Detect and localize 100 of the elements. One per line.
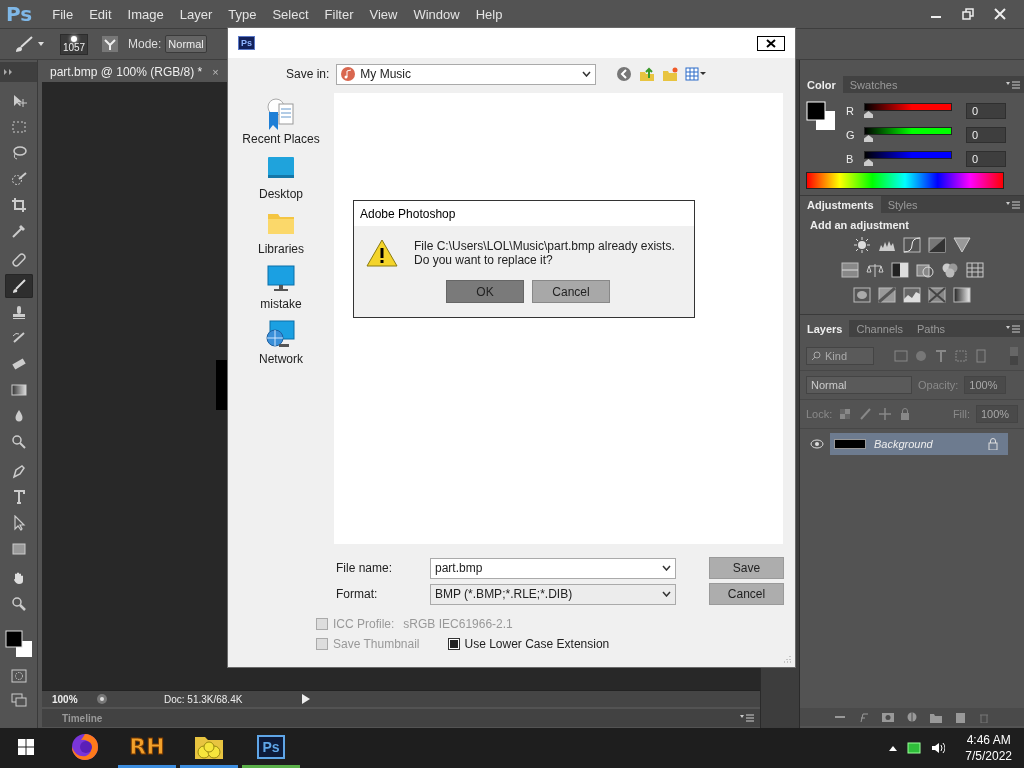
layer-row[interactable]: Background	[830, 433, 1008, 455]
place-item[interactable]: mistake	[260, 263, 302, 311]
file-name-field[interactable]: part.bmp	[430, 557, 676, 579]
layer-action-icon[interactable]	[905, 711, 919, 723]
panel-menu-icon[interactable]	[1006, 324, 1020, 333]
battery-icon[interactable]	[907, 742, 922, 754]
clock[interactable]: 4:46 AM 7/5/2022	[965, 732, 1012, 764]
adjustment-icon[interactable]	[903, 237, 921, 253]
layer-action-icon[interactable]	[857, 711, 871, 723]
adjustments-heading: Add an adjustment	[810, 219, 910, 231]
menu-item[interactable]: Image	[119, 6, 172, 22]
slider-thumb[interactable]	[864, 159, 873, 166]
option-label: Save Thumbnail	[333, 637, 420, 651]
adjustment-icon[interactable]	[953, 287, 971, 303]
network-icon	[265, 318, 297, 350]
brush-icon[interactable]	[14, 35, 34, 53]
save-button[interactable]: Save	[709, 557, 784, 579]
status-icon	[96, 693, 108, 705]
volume-icon[interactable]	[931, 742, 946, 754]
opacity-field[interactable]: 100%	[964, 376, 1007, 394]
back-icon[interactable]	[616, 66, 633, 82]
brush-tool[interactable]	[4, 274, 33, 298]
menu-item[interactable]: View	[361, 6, 406, 22]
layer-action-icon[interactable]	[881, 711, 895, 723]
layer-action-icon[interactable]	[929, 711, 943, 723]
dialog-button[interactable]: Cancel	[532, 280, 610, 303]
new-folder-icon[interactable]	[662, 66, 679, 82]
place-item[interactable]: Libraries	[258, 208, 304, 256]
place-item[interactable]: Recent Places	[242, 98, 320, 146]
save-in-dropdown[interactable]: My Music	[336, 63, 597, 85]
marquee-icon	[10, 119, 27, 135]
restore-icon[interactable]	[962, 8, 974, 20]
menu-item[interactable]: Type	[220, 6, 265, 22]
blend-mode-dropdown[interactable]: Normal	[806, 376, 912, 394]
panel-menu-icon[interactable]	[1006, 80, 1020, 89]
recent-icon	[265, 98, 297, 130]
checkbox[interactable]	[447, 638, 460, 650]
timeline-title[interactable]: Timeline	[62, 712, 103, 724]
mode-dropdown[interactable]: Normal	[165, 35, 207, 53]
option-label: Use Lower Case Extension	[464, 637, 610, 651]
menu-item[interactable]: Help	[467, 6, 511, 22]
stamp-icon	[10, 304, 27, 320]
channel-slider[interactable]	[864, 151, 952, 167]
place-item[interactable]: Network	[259, 318, 303, 366]
channel-slider[interactable]	[864, 127, 952, 143]
slider-thumb[interactable]	[864, 135, 873, 142]
taskbar-app[interactable]: Ps	[242, 728, 300, 768]
view-menu-icon[interactable]	[685, 67, 708, 81]
panel-menu-icon[interactable]	[740, 714, 754, 722]
menu-item[interactable]: File	[44, 6, 82, 22]
panel-menu-icon[interactable]	[1006, 200, 1020, 209]
menu-item[interactable]: Filter	[316, 6, 362, 22]
channel-value-field[interactable]: 0	[966, 103, 1006, 119]
panel-tab[interactable]: Adjustments	[800, 196, 881, 213]
caret-icon[interactable]	[38, 42, 44, 46]
cancel-button[interactable]: Cancel	[709, 583, 784, 605]
crop-icon	[10, 197, 27, 213]
play-icon[interactable]	[302, 694, 310, 704]
menu-item[interactable]: Window	[405, 6, 468, 22]
color-swatches-icon[interactable]	[3, 629, 34, 659]
channel-slider[interactable]	[864, 103, 952, 119]
document-tab[interactable]: part.bmp @ 100% (RGB/8) * ×	[42, 62, 227, 82]
place-item[interactable]: Desktop	[259, 153, 303, 201]
adjustment-icon[interactable]	[890, 262, 909, 278]
quick-select-icon	[10, 171, 27, 187]
format-dropdown[interactable]: BMP (*.BMP;*.RLE;*.DIB)	[430, 583, 676, 605]
pen-icon	[10, 463, 27, 479]
close-icon[interactable]	[994, 8, 1006, 20]
screen-mode-icon[interactable]	[10, 693, 27, 707]
healing-icon	[10, 252, 27, 268]
app-logo: Ps	[238, 36, 255, 50]
panel-tab[interactable]: Layers	[800, 320, 850, 337]
option-value: sRGB IEC61966-2.1	[403, 617, 513, 631]
quick-mask-icon[interactable]	[10, 669, 27, 683]
menu-item[interactable]: Edit	[81, 6, 120, 22]
tab-close[interactable]: ×	[212, 66, 219, 78]
up-folder-icon[interactable]	[639, 66, 656, 82]
show-hidden-icons-icon[interactable]	[889, 745, 898, 751]
color-spectrum[interactable]	[806, 172, 1004, 189]
channel-value-field[interactable]: 0	[966, 151, 1006, 167]
channel-value-field[interactable]: 0	[966, 127, 1006, 143]
menu-item[interactable]: Layer	[171, 6, 221, 22]
menu-item[interactable]: Select	[264, 6, 317, 22]
taskbar-app[interactable]: RH	[118, 728, 176, 768]
brush-panel-icon[interactable]	[102, 36, 118, 52]
gradient-icon	[10, 382, 27, 398]
channel-label: R	[846, 105, 855, 117]
layer-action-icon[interactable]	[953, 711, 967, 723]
file-name-label: File name:	[336, 561, 394, 575]
panel-tab[interactable]: Color	[800, 76, 843, 93]
color-swatches-icon[interactable]	[806, 101, 836, 131]
brush-preset-picker[interactable]: 1057	[60, 33, 88, 55]
visibility-eye-icon[interactable]	[810, 439, 824, 449]
dialog-button[interactable]: OK	[446, 280, 524, 303]
close-button[interactable]	[757, 35, 785, 51]
slider-thumb[interactable]	[864, 111, 873, 118]
filter-toggle-icon[interactable]	[1010, 347, 1018, 365]
fill-field[interactable]: 100%	[976, 405, 1018, 423]
music-icon	[341, 67, 356, 81]
collapse-icon[interactable]	[4, 69, 13, 75]
